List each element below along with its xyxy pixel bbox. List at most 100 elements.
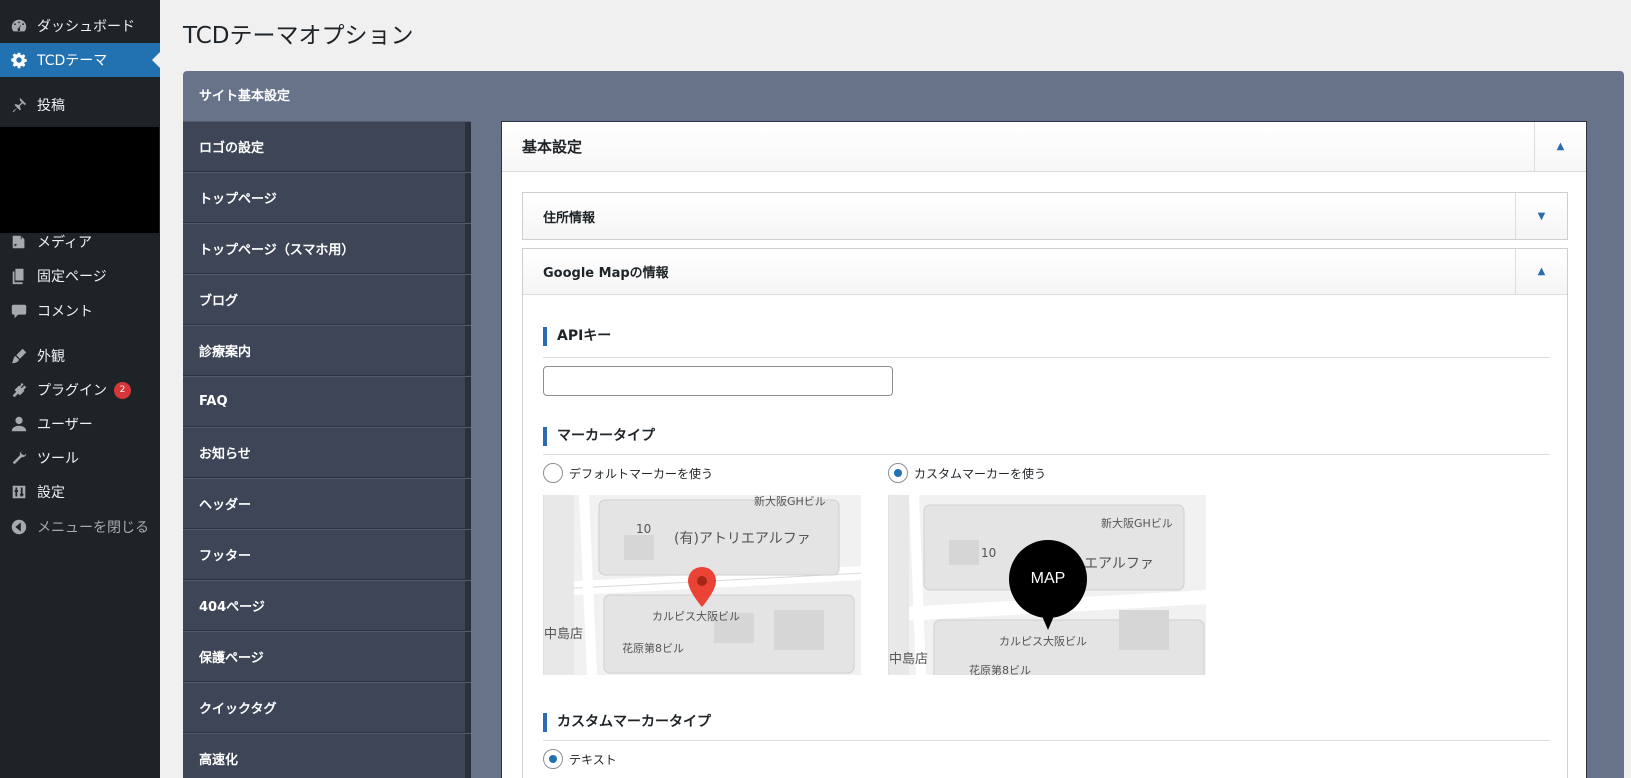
comment-icon — [9, 301, 29, 321]
marker-custom-radio[interactable]: カスタムマーカーを使う — [888, 463, 1046, 483]
menu-plugins-label: プラグイン — [37, 383, 107, 399]
map-label: カルピス大阪ビル — [652, 610, 740, 623]
google-map-section-header[interactable]: Google Mapの情報 ▲ — [523, 248, 1567, 295]
marker-default-label: デフォルトマーカーを使う — [569, 466, 714, 481]
marker-type-label: マーカータイプ — [543, 427, 655, 446]
map-label: 新大阪GHビル — [754, 495, 826, 508]
marker-default-radio[interactable]: デフォルトマーカーを使う — [543, 463, 713, 483]
menu-tools-label: ツール — [37, 451, 79, 467]
menu-comments-label: コメント — [37, 304, 93, 320]
menu-posts-label: 投稿 — [37, 98, 65, 114]
menu-tcd-theme[interactable]: TCDテーマ — [0, 43, 160, 77]
menu-pages[interactable]: 固定ページ — [0, 259, 160, 293]
map-label: 10 — [636, 522, 652, 536]
menu-tcd-theme-label: TCDテーマ — [37, 53, 108, 69]
divider — [543, 357, 1550, 358]
panel-heading: サイト基本設定 — [199, 89, 291, 104]
nav-faq[interactable]: FAQ — [183, 376, 471, 427]
menu-posts[interactable]: 投稿 — [0, 88, 160, 122]
address-section-header[interactable]: 住所情報 ▼ — [523, 193, 1567, 239]
custom-marker-type-label: カスタムマーカータイプ — [543, 713, 711, 732]
api-key-label: APIキー — [543, 327, 611, 346]
nav-protected-page[interactable]: 保護ページ — [183, 631, 471, 682]
menu-settings-label: 設定 — [37, 485, 65, 501]
nav-quick-tag[interactable]: クイックタグ — [183, 682, 471, 733]
api-key-input[interactable] — [543, 366, 893, 396]
page-title: TCDテーマオプション — [183, 23, 414, 49]
nav-top-page-mobile[interactable]: トップページ（スマホ用） — [183, 223, 471, 274]
map-label: 新大阪GHビル — [1101, 517, 1173, 530]
nav-services[interactable]: 診療案内 — [183, 325, 471, 376]
basic-settings-header[interactable]: 基本設定 ▲ — [502, 122, 1586, 172]
marker-custom-label: カスタムマーカーを使う — [914, 466, 1047, 481]
menu-collapse[interactable]: メニューを閉じる — [0, 510, 160, 544]
divider — [543, 454, 1550, 455]
wrench-icon — [9, 448, 29, 468]
menu-users[interactable]: ユーザー — [0, 407, 160, 441]
chevron-down-icon: ▼ — [1537, 210, 1546, 222]
basic-settings-card: 基本設定 ▲ 住所情報 ▼ Google Mapの情報 ▲ APIキー マーカー… — [501, 121, 1587, 778]
radio-dot — [543, 463, 563, 483]
nav-header[interactable]: ヘッダー — [183, 478, 471, 529]
settings-icon — [9, 482, 29, 502]
radio-dot-selected — [888, 463, 908, 483]
map-label: カルピス大阪ビル — [999, 635, 1087, 648]
google-map-section-title: Google Mapの情報 — [543, 266, 669, 281]
map-label: エアルファ — [1084, 556, 1154, 572]
admin-sidebar: ダッシュボード TCDテーマ 投稿 メディア 固定ページ コメント 外観 プラグ… — [0, 0, 160, 778]
user-icon — [9, 414, 29, 434]
nav-news[interactable]: お知らせ — [183, 427, 471, 478]
map-label: 10 — [981, 546, 997, 560]
plugin-update-badge: 2 — [114, 381, 131, 399]
chevron-up-icon: ▲ — [1556, 141, 1565, 152]
collapse-icon — [9, 517, 29, 537]
google-map-section: Google Mapの情報 ▲ APIキー マーカータイプ デフォルトマーカーを… — [522, 248, 1568, 778]
map-pin-icon — [688, 567, 716, 607]
nav-blog[interactable]: ブログ — [183, 274, 471, 325]
menu-dashboard-label: ダッシュボード — [37, 19, 135, 35]
address-section-title: 住所情報 — [543, 210, 596, 226]
menu-appearance-label: 外観 — [37, 349, 65, 365]
map-label: 花原第8ビル — [622, 642, 684, 655]
nav-footer[interactable]: フッター — [183, 529, 471, 580]
custom-marker-text-radio[interactable]: テキスト — [543, 749, 617, 769]
address-toggle[interactable]: ▼ — [1515, 193, 1567, 239]
nav-logo[interactable]: ロゴの設定 — [183, 121, 471, 172]
dashboard-icon — [9, 16, 29, 36]
gear-icon — [9, 50, 29, 70]
default-marker-map-preview: 新大阪GHビル 10 (有)アトリエアルファ カルピス大阪ビル 中島店 花原第8… — [543, 495, 861, 675]
media-icon — [9, 232, 29, 252]
custom-marker-map-preview: 新大阪GHビル 10 エアルファ カルピス大阪ビル 中島店 花原第8ビル MAP — [888, 495, 1206, 675]
radio-dot-selected — [543, 749, 563, 769]
menu-dashboard[interactable]: ダッシュボード — [0, 9, 160, 43]
map-label: (有)アトリエアルファ — [674, 531, 811, 547]
address-section: 住所情報 ▼ — [522, 192, 1568, 240]
map-label: 中島店 — [544, 627, 584, 642]
menu-media[interactable]: メディア — [0, 225, 160, 259]
menu-settings[interactable]: 設定 — [0, 475, 160, 509]
collapse-toggle[interactable]: ▲ — [1534, 122, 1586, 171]
google-map-toggle[interactable]: ▲ — [1515, 248, 1567, 295]
redacted-block — [0, 127, 159, 233]
theme-options-panel: サイト基本設定 ロゴの設定 トップページ トップページ（スマホ用） ブログ 診療… — [183, 71, 1624, 778]
menu-plugins[interactable]: プラグイン 2 — [0, 373, 160, 407]
map-label: 中島店 — [889, 652, 929, 667]
menu-collapse-label: メニューを閉じる — [37, 520, 149, 536]
pin-icon — [9, 95, 29, 115]
menu-media-label: メディア — [37, 235, 93, 251]
plugin-icon — [9, 380, 29, 400]
nav-speed[interactable]: 高速化 — [183, 733, 471, 778]
menu-users-label: ユーザー — [37, 417, 93, 433]
custom-marker-text: MAP — [1030, 570, 1066, 587]
nav-top-page[interactable]: トップページ — [183, 172, 471, 223]
custom-marker-text-label: テキスト — [569, 752, 617, 767]
custom-map-marker: MAP — [1009, 540, 1087, 630]
brush-icon — [9, 346, 29, 366]
menu-tools[interactable]: ツール — [0, 441, 160, 475]
menu-appearance[interactable]: 外観 — [0, 339, 160, 373]
page-icon — [9, 266, 29, 286]
chevron-up-icon: ▲ — [1537, 266, 1546, 277]
nav-404[interactable]: 404ページ — [183, 580, 471, 631]
menu-comments[interactable]: コメント — [0, 294, 160, 328]
options-nav: ロゴの設定 トップページ トップページ（スマホ用） ブログ 診療案内 FAQ お… — [183, 121, 471, 778]
